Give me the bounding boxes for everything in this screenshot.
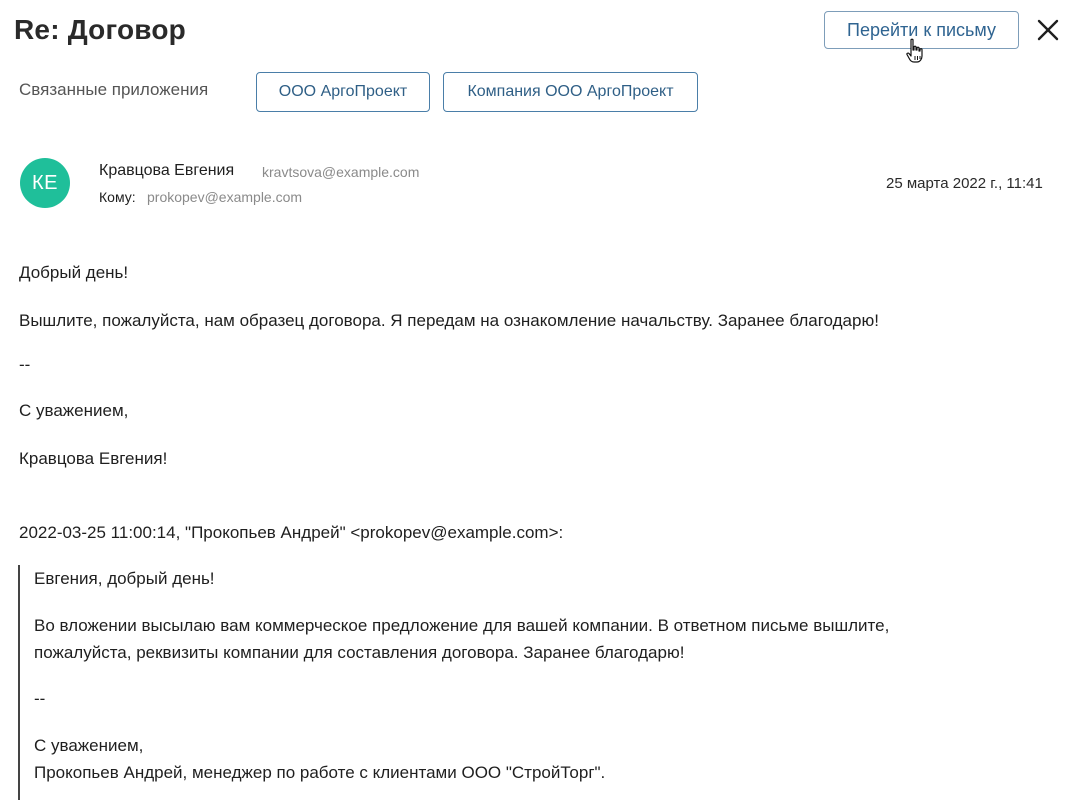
related-apps-label: Связанные приложения	[19, 80, 209, 99]
quote-signature: Прокопьев Андрей, менеджер по работе с к…	[34, 763, 606, 782]
avatar: КЕ	[20, 158, 70, 208]
body-separator: --	[19, 355, 31, 374]
related-app-chip[interactable]: ООО АргоПроект	[256, 72, 430, 112]
body-regards: С уважением,	[19, 401, 129, 420]
close-button[interactable]	[1034, 16, 1062, 44]
sender-email: kravtsova@example.com	[262, 164, 420, 180]
quote-separator: --	[34, 689, 46, 708]
quote-header: 2022-03-25 11:00:14, "Прокопьев Андрей" …	[19, 523, 564, 542]
message-date: 25 марта 2022 г., 11:41	[886, 175, 1043, 192]
page-title: Re: Договор	[14, 14, 186, 45]
quote-greeting: Евгения, добрый день!	[34, 569, 215, 588]
sender-name: Кравцова Евгения	[99, 162, 235, 179]
close-icon	[1037, 19, 1059, 41]
quote-paragraph-line: Во вложении высылаю вам коммерческое пре…	[34, 616, 890, 635]
body-greeting: Добрый день!	[19, 263, 129, 282]
quote-paragraph-line: пожалуйста, реквизиты компании для соста…	[34, 643, 685, 662]
quote-bar	[18, 565, 20, 800]
body-signature: Кравцова Евгения!	[19, 449, 168, 468]
hand-pointer-icon	[906, 38, 923, 63]
quote-regards: С уважением,	[34, 736, 144, 755]
recipient-email: prokopev@example.com	[147, 189, 303, 205]
body-paragraph: Вышлите, пожалуйста, нам образец договор…	[19, 311, 879, 330]
email-view: Re: Договор Перейти к письму Связанные п…	[0, 0, 1066, 800]
related-app-chip[interactable]: Компания ООО АргоПроект	[443, 72, 698, 112]
recipient-label: Кому:	[99, 189, 136, 205]
